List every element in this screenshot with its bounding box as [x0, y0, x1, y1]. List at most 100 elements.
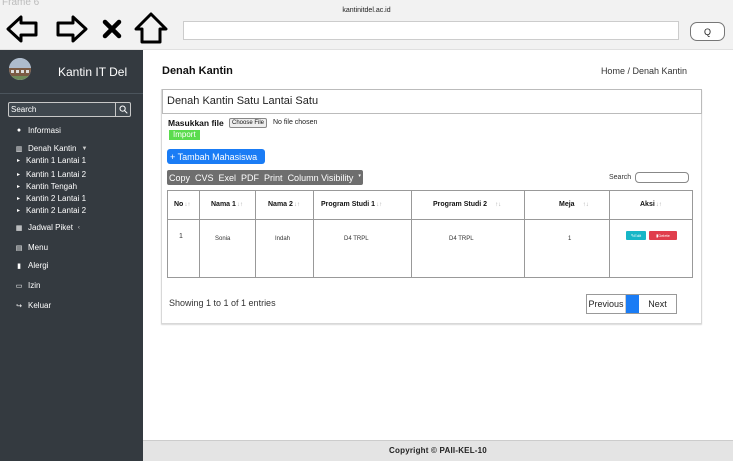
back-arrow-icon[interactable] — [6, 14, 38, 44]
cell-nama1: Sonia — [215, 236, 231, 242]
browser-toolbar: kantinitdel.ac.id Q — [0, 0, 733, 50]
info-circle-icon: ● — [16, 127, 22, 134]
sidebar-item-denah-kantin[interactable]: ▥ Denah Kantin ▼ — [14, 144, 88, 153]
allergy-icon: ▮ — [17, 262, 21, 270]
sidebar-item-label: Menu — [28, 243, 49, 252]
column-header-prodi2[interactable]: Program Studi 2 ↑↓ — [433, 201, 501, 208]
sidebar-subitem[interactable]: ▸ Kantin 1 Lantai 2 — [17, 170, 86, 179]
sidebar-search-button[interactable] — [115, 103, 130, 116]
sort-icon: ↓↑ — [376, 202, 383, 208]
table-search-label: Search — [609, 174, 632, 181]
sort-icon: ↓↑ — [293, 202, 300, 208]
column-header-no[interactable]: No↓↑ — [174, 201, 190, 208]
page-title: Denah Kantin — [162, 65, 233, 77]
sidebar-item-label: Denah Kantin — [28, 144, 77, 153]
close-icon[interactable] — [101, 18, 123, 40]
cell-nama2: Indah — [275, 236, 291, 242]
caret-right-icon: ▸ — [17, 196, 21, 202]
column-header-nama2[interactable]: Nama 2↓↑ — [268, 201, 300, 208]
sidebar-item-izin[interactable]: ▭ Izin — [14, 281, 41, 290]
caret-right-icon: ▸ — [17, 158, 21, 164]
sort-icon: ↓↑ — [236, 202, 243, 208]
sidebar-item-label: Jadwal Piket — [28, 223, 73, 232]
sidebar-item-menu[interactable]: ▤ Menu — [14, 243, 48, 252]
logout-icon: ↪ — [16, 302, 22, 310]
csv-button[interactable]: CVS — [195, 173, 214, 183]
cell-prodi2: D4 TRPL — [449, 236, 474, 242]
search-icon: Q — [703, 26, 711, 37]
data-table: No↓↑ Nama 1↓↑ Nama 2↓↑ Program Studi 1↓↑… — [167, 190, 693, 278]
sidebar-item-label: Informasi — [28, 126, 61, 135]
sidebar-item-keluar[interactable]: ↪ Keluar — [14, 301, 51, 310]
map-icon: ▥ — [15, 145, 23, 153]
address-input[interactable] — [184, 23, 678, 41]
caret-right-icon: ▸ — [17, 172, 21, 178]
sidebar-subitem[interactable]: ▸ Kantin 2 Lantai 2 — [17, 206, 86, 215]
table-info: Showing 1 to 1 of 1 entries — [169, 298, 276, 308]
sidebar: Kantin IT Del ● Informasi ▥ Denah Kantin… — [0, 50, 143, 461]
brand-logo — [9, 58, 31, 80]
sidebar-item-alergi[interactable]: ▮ Alergi — [14, 261, 48, 270]
frame-label: Frame 6 — [2, 0, 40, 8]
page-root: kantinitdel.ac.id Q Frame 6 Kantin IT De… — [0, 0, 733, 461]
column-divider — [255, 191, 256, 278]
column-divider — [313, 191, 314, 278]
pagination: Previous 1 Next — [586, 294, 677, 314]
excel-button[interactable]: Exel — [219, 173, 237, 183]
column-header-meja[interactable]: Meja ↑↓ — [559, 201, 589, 208]
add-mahasiswa-button[interactable]: + Tambah Mahasiswa — [167, 149, 265, 164]
search-icon — [119, 105, 128, 114]
address-bar[interactable] — [183, 21, 679, 41]
column-header-aksi[interactable]: Aksi↓↑ — [640, 201, 662, 208]
sidebar-search[interactable] — [8, 102, 131, 117]
sidebar-brand[interactable]: Kantin IT Del — [0, 50, 143, 94]
export-button-group: Copy CVS Exel PDF Print Column Visibilit… — [167, 170, 363, 185]
table-search[interactable] — [635, 172, 689, 189]
sort-icon: ↓↑ — [184, 202, 191, 208]
copy-button[interactable]: Copy — [169, 173, 190, 183]
sidebar-item-informasi[interactable]: ● Informasi — [14, 126, 61, 135]
column-divider — [411, 191, 412, 278]
sidebar-item-label: Alergi — [28, 261, 49, 270]
choose-file-button[interactable]: Choose File — [229, 118, 268, 128]
previous-page-button[interactable]: Previous — [587, 295, 626, 313]
column-visibility-button[interactable]: Column Visibility ▾ — [288, 173, 361, 183]
edit-button[interactable]: ✎ Edit — [626, 231, 646, 240]
import-button[interactable]: Import — [169, 130, 200, 140]
sidebar-subitem[interactable]: ▸ Kantin 1 Lantai 1 — [17, 156, 86, 165]
home-icon[interactable] — [134, 12, 168, 44]
sidebar-search-input[interactable] — [9, 103, 115, 116]
table-search-input[interactable] — [636, 180, 688, 189]
sidebar-item-label: Izin — [28, 281, 41, 290]
print-button[interactable]: Print — [264, 173, 283, 183]
column-divider — [524, 191, 525, 278]
delete-button[interactable]: ▮ Delete — [649, 231, 677, 240]
chevron-left-icon: ‹ — [77, 224, 80, 231]
file-label: Masukkan file — [168, 118, 224, 128]
cell-prodi1: D4 TRPL — [344, 236, 369, 242]
column-divider — [609, 191, 610, 278]
caret-down-icon: ▼ — [81, 145, 88, 152]
current-page-button[interactable]: 1 — [626, 295, 639, 313]
sidebar-subitem[interactable]: ▸ Kantin 2 Lantai 1 — [17, 194, 86, 203]
menu-icon: ▤ — [15, 244, 23, 252]
caret-down-icon: ▾ — [358, 172, 361, 179]
column-header-nama1[interactable]: Nama 1↓↑ — [211, 201, 243, 208]
caret-right-icon: ▸ — [17, 184, 21, 190]
column-header-prodi1[interactable]: Program Studi 1↓↑ — [321, 201, 382, 208]
next-page-button[interactable]: Next — [639, 295, 676, 313]
breadcrumb[interactable]: Home / Denah Kantin — [601, 66, 687, 76]
forward-arrow-icon[interactable] — [56, 14, 88, 44]
column-divider — [199, 191, 200, 278]
cell-meja: 1 — [568, 236, 572, 242]
pdf-button[interactable]: PDF — [241, 173, 259, 183]
sort-icon: ↑↓ — [582, 202, 589, 208]
header-divider — [168, 219, 692, 220]
sidebar-item-label: Keluar — [28, 301, 52, 310]
sort-icon: ↑↓ — [495, 202, 502, 208]
sidebar-item-jadwal-piket[interactable]: ▦ Jadwal Piket ‹ — [14, 223, 80, 232]
sidebar-subitem[interactable]: ▸ Kantin Tengah — [17, 182, 77, 191]
browser-search-button[interactable]: Q — [690, 22, 725, 41]
cell-no: 1 — [179, 233, 183, 240]
sort-icon: ↓↑ — [655, 202, 662, 208]
